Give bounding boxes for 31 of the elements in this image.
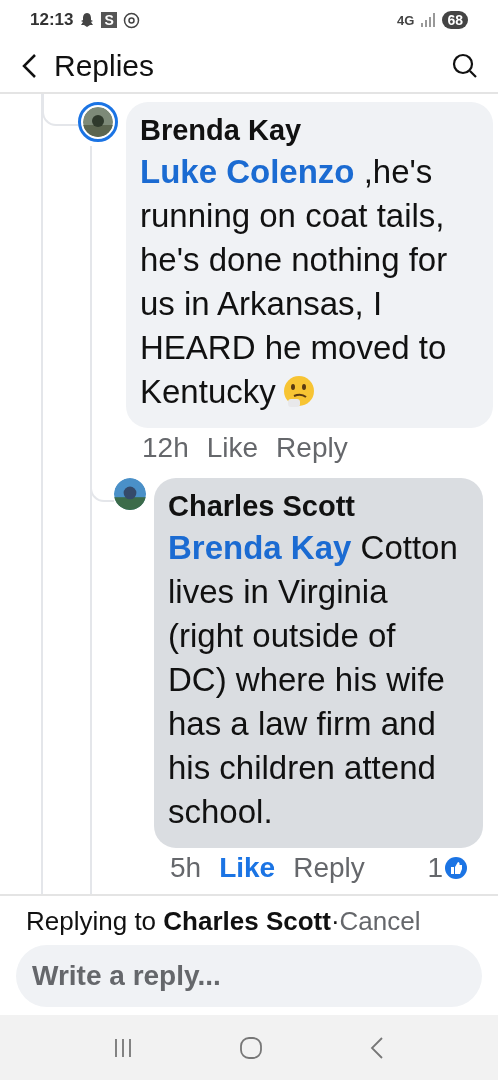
like-link[interactable]: Like — [219, 852, 276, 884]
ghost-icon — [79, 12, 96, 28]
recent-apps-icon[interactable] — [113, 1036, 133, 1059]
search-icon[interactable] — [452, 53, 478, 79]
battery-level: 68 — [442, 11, 468, 29]
comment-text: Luke Colenzo ,he's running on coat tails, he's done nothing for us in Arkansas, I HEARD he moved to Kentucky — [140, 152, 449, 412]
reply-link[interactable]: Reply — [293, 852, 365, 884]
comment-time: 5h — [170, 852, 202, 884]
mention-link[interactable]: Luke Colenzo — [140, 153, 355, 190]
avatar[interactable] — [78, 102, 118, 142]
circle-icon — [122, 11, 140, 29]
comment-author[interactable]: Charles Scott — [168, 486, 460, 526]
clock: 12:13 — [30, 10, 74, 30]
avatar[interactable] — [114, 478, 146, 510]
app-badge: S — [101, 12, 117, 28]
comment-text: Brenda Kay Cotton lives in Virginia (right outside of DC) where his wife has a law firm and his children attend school. — [168, 528, 459, 832]
back-icon[interactable] — [20, 53, 38, 79]
reaction-count[interactable]: 1 — [427, 852, 443, 884]
page-title: Replies — [54, 49, 156, 83]
replying-to-text: Replying to Charles Scott·Cancel — [25, 906, 422, 937]
like-link[interactable]: Like — [206, 432, 259, 464]
reply-link[interactable]: Reply — [276, 432, 348, 464]
home-icon[interactable] — [239, 1035, 263, 1060]
mention-link[interactable]: Brenda Kay — [168, 529, 352, 566]
comment-author[interactable]: Brenda Kay — [140, 110, 481, 150]
comment-time: 12h — [142, 432, 189, 464]
cancel-link[interactable]: Cancel — [339, 906, 421, 936]
reply-input[interactable]: Write a reply... — [16, 945, 482, 1007]
thumbs-up-icon — [445, 857, 467, 879]
signal-icon — [420, 13, 437, 27]
network-type: 4G — [397, 12, 415, 28]
